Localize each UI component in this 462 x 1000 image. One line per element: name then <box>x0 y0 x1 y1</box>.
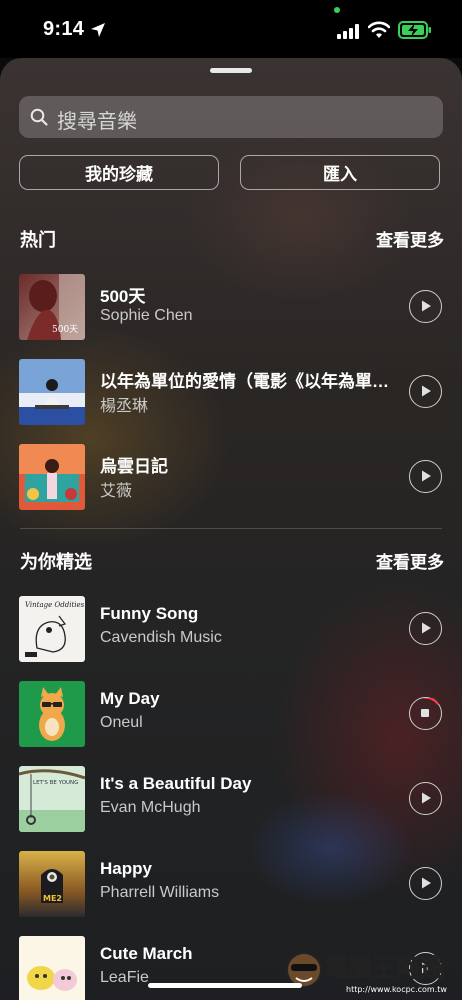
play-button[interactable] <box>409 460 442 493</box>
site-watermark-logo: 電腦王阿達 http://www.kocpc.com.tw <box>286 952 447 994</box>
track-artist: LeaFie <box>100 969 149 986</box>
status-time: 9:14 <box>43 18 85 40</box>
album-art: LET'S BE YOUNG <box>19 766 85 832</box>
favorites-button[interactable]: 我的珍藏 <box>19 155 219 190</box>
album-art <box>19 359 85 425</box>
play-icon <box>422 300 431 312</box>
track-row[interactable]: 500天 500天 Sophie Chen <box>0 274 462 340</box>
svg-text:LET'S BE YOUNG: LET'S BE YOUNG <box>33 780 78 786</box>
home-indicator <box>148 983 302 988</box>
svg-text:500天: 500天 <box>52 325 78 335</box>
play-icon <box>422 470 431 482</box>
track-row[interactable]: LET'S BE YOUNG It's a Beautiful Day Evan… <box>0 766 462 832</box>
album-art <box>19 936 85 1000</box>
track-artist: Pharrell Williams <box>100 884 220 901</box>
track-row[interactable]: ME2 Happy Pharrell Williams <box>0 851 462 917</box>
play-icon <box>422 877 431 889</box>
play-button[interactable] <box>409 375 442 408</box>
track-row[interactable]: Vintage Oddities Funny Song Cavendish Mu… <box>0 596 462 662</box>
play-button[interactable] <box>409 612 442 645</box>
svg-text:Vintage Oddities: Vintage Oddities <box>25 601 85 609</box>
album-art <box>19 681 85 747</box>
track-title: My Day <box>100 689 160 708</box>
track-artist: Sophie Chen <box>100 307 193 324</box>
see-more-link[interactable]: 查看更多 <box>376 548 444 573</box>
section-divider <box>20 528 442 529</box>
track-row[interactable]: My Day Oneul <box>0 681 462 747</box>
stop-button[interactable] <box>409 697 442 730</box>
section-header-for-you: 为你精选 查看更多 <box>0 548 462 572</box>
play-icon <box>422 385 431 397</box>
music-search-input[interactable]: 搜尋音樂 <box>19 96 443 138</box>
music-picker-sheet: 搜尋音樂 我的珍藏 匯入 热门 查看更多 500天 500天 Sophie Ch… <box>0 58 462 1000</box>
see-more-link[interactable]: 查看更多 <box>376 226 444 251</box>
svg-text:http://www.kocpc.com.tw: http://www.kocpc.com.tw <box>346 985 447 994</box>
play-button[interactable] <box>409 290 442 323</box>
search-icon <box>30 108 48 126</box>
search-placeholder: 搜尋音樂 <box>57 111 137 133</box>
track-artist: 楊丞琳 <box>100 398 149 415</box>
play-button[interactable] <box>409 867 442 900</box>
track-artist: 艾薇 <box>100 483 133 500</box>
status-bar: 9:14 <box>0 0 462 58</box>
album-art: Vintage Oddities <box>19 596 85 662</box>
section-title: 热门 <box>20 230 56 250</box>
location-arrow-icon <box>91 23 105 37</box>
play-button[interactable] <box>409 782 442 815</box>
track-artist: Evan McHugh <box>100 799 201 816</box>
track-title: 烏雲日記 <box>100 457 168 476</box>
track-row[interactable]: 以年為單位的愛情（電影《以年為單位的戀愛》主題曲） 楊丞琳 <box>0 359 462 425</box>
svg-text:電腦王阿達: 電腦王阿達 <box>324 954 444 982</box>
play-icon <box>422 622 431 634</box>
track-title: It's a Beautiful Day <box>100 774 252 793</box>
svg-text:ME2: ME2 <box>43 894 62 903</box>
import-button[interactable]: 匯入 <box>240 155 440 190</box>
album-art <box>19 444 85 510</box>
track-artist: Cavendish Music <box>100 629 222 646</box>
stop-icon <box>421 698 439 717</box>
sheet-grabber-handle[interactable] <box>210 68 252 73</box>
track-row[interactable]: 烏雲日記 艾薇 <box>0 444 462 510</box>
track-title: 500天 <box>100 287 146 306</box>
album-art: 500天 <box>19 274 85 340</box>
battery-charging-icon <box>398 21 431 39</box>
wifi-icon <box>368 21 390 38</box>
track-title: Funny Song <box>100 604 199 623</box>
album-art: ME2 <box>19 851 85 917</box>
camera-indicator-icon <box>334 7 340 13</box>
track-artist: Oneul <box>100 714 143 731</box>
section-title: 为你精选 <box>20 552 92 572</box>
track-title: 以年為單位的愛情（電影《以年為單位的戀愛》主題曲） <box>100 372 392 391</box>
track-title: Happy <box>100 859 152 878</box>
play-icon <box>422 792 431 804</box>
cellular-signal-icon <box>337 24 359 39</box>
section-header-popular: 热门 查看更多 <box>0 226 462 250</box>
